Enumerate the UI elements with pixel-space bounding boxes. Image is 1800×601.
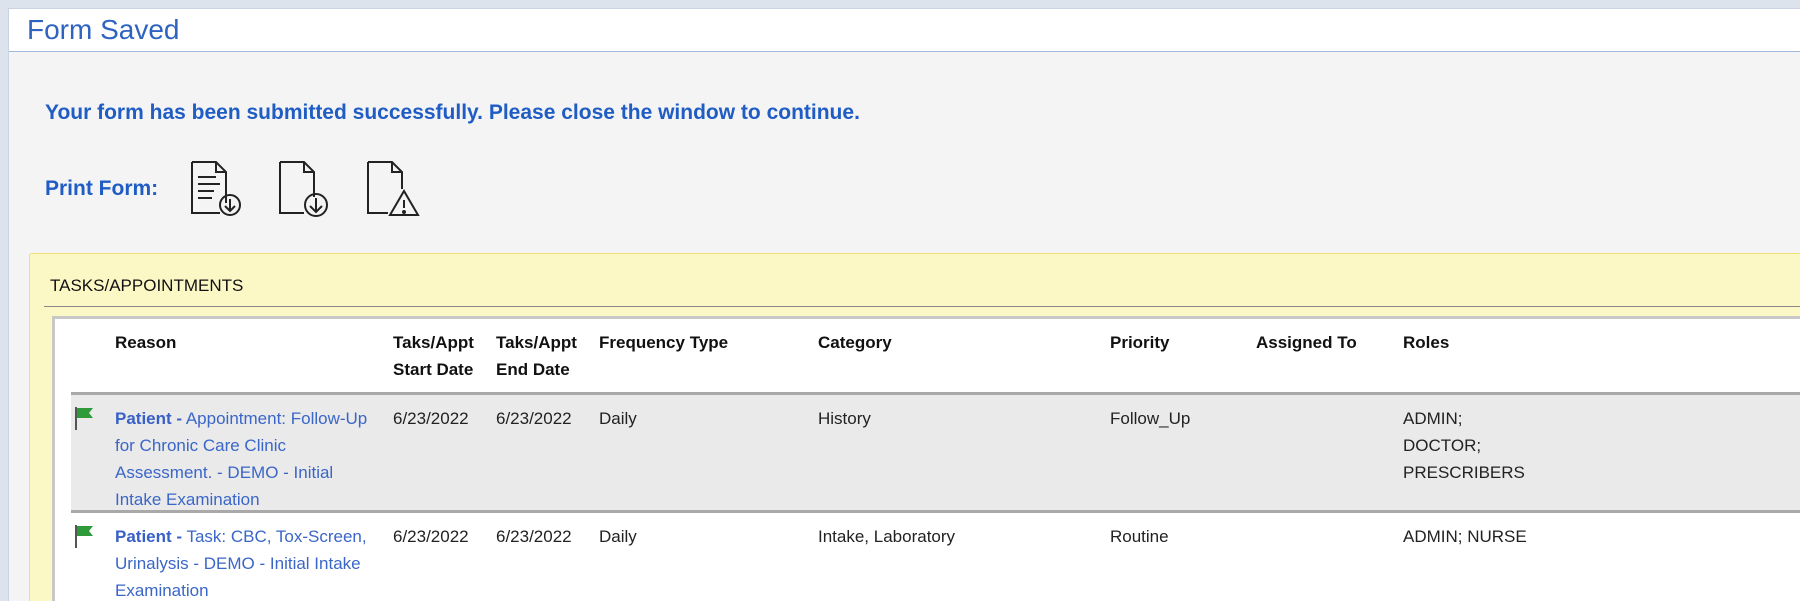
green-flag-icon [75, 407, 93, 430]
header-priority: Priority [1110, 333, 1170, 352]
reason-link[interactable]: Patient - Task: CBC, Tox-Screen, Urinaly… [115, 523, 377, 601]
roles: ADMIN; DOCTOR; PRESCRIBERS [1403, 409, 1525, 482]
title-bar: Form Saved [9, 9, 1800, 52]
reason-link[interactable]: Patient - Appointment: Follow-Up for Chr… [115, 405, 377, 513]
window-title: Form Saved [27, 14, 180, 45]
print-form-label: Print Form: [45, 177, 159, 200]
document-download-icon[interactable] [184, 157, 248, 221]
header-end-date: Taks/Appt End Date [496, 333, 577, 379]
header-reason: Reason [115, 333, 177, 352]
green-flag-icon [75, 525, 93, 548]
roles: ADMIN; NURSE [1403, 527, 1527, 546]
end-date: 6/23/2022 [496, 409, 572, 428]
table-row: Patient - Task: CBC, Tox-Screen, Urinaly… [71, 513, 1800, 601]
category: History [818, 409, 871, 428]
table-row: Patient - Appointment: Follow-Up for Chr… [71, 395, 1800, 510]
tasks-table: Reason Taks/Appt Start Date Taks/Appt En… [52, 316, 1800, 601]
panel-title: TASKS/APPOINTMENTS [50, 276, 244, 295]
header-category: Category [818, 333, 892, 352]
frequency-type: Daily [599, 409, 637, 428]
header-frequency-type: Frequency Type [599, 333, 729, 352]
panel-divider [44, 306, 1800, 307]
header-start-date: Taks/Appt Start Date [393, 333, 474, 379]
start-date: 6/23/2022 [393, 527, 469, 546]
frequency-type: Daily [599, 527, 637, 546]
document-warning-icon[interactable] [360, 157, 424, 221]
end-date: 6/23/2022 [496, 527, 572, 546]
form-saved-window: Form Saved Your form has been submitted … [8, 8, 1800, 601]
print-form-row: Print Form: [45, 157, 448, 221]
success-message: Your form has been submitted successfull… [45, 101, 860, 124]
header-roles: Roles [1403, 333, 1450, 352]
start-date: 6/23/2022 [393, 409, 469, 428]
tasks-appointments-panel: TASKS/APPOINTMENTS Reason Taks/Appt Star… [29, 253, 1800, 601]
header-assigned-to: Assigned To [1256, 333, 1357, 352]
category: Intake, Laboratory [818, 527, 956, 546]
priority: Follow_Up [1110, 409, 1191, 428]
priority: Routine [1110, 527, 1169, 546]
blank-document-download-icon[interactable] [272, 157, 336, 221]
